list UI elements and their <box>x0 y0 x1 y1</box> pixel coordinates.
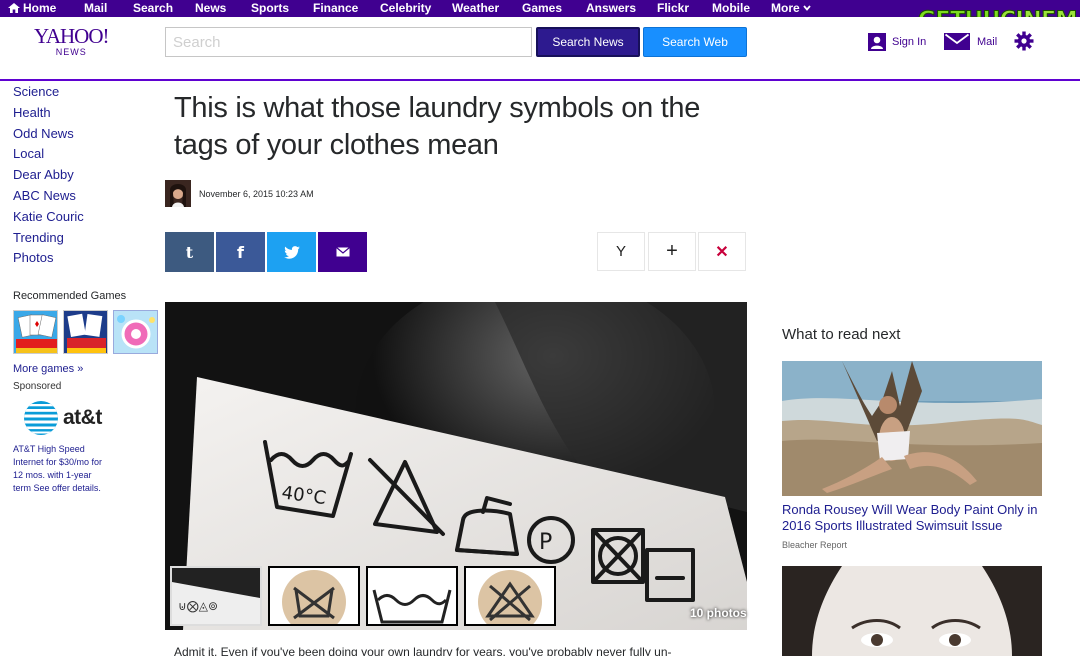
twitter-bird-icon <box>283 245 300 259</box>
mail-label: Mail <box>977 35 998 48</box>
sidebar-item-odd-news[interactable]: Odd News <box>13 124 84 145</box>
logo-wordmark: YAHOO! <box>34 24 109 48</box>
nav-more[interactable]: More <box>771 1 811 15</box>
share-email-button[interactable] <box>318 232 367 272</box>
rail-story-2-image[interactable] <box>782 566 1042 656</box>
nav-mail[interactable]: Mail <box>84 1 107 15</box>
envelope-icon <box>335 247 350 257</box>
nav-home-label: Home <box>23 1 57 15</box>
logo-subtitle: NEWS <box>55 47 87 57</box>
gallery-thumbnail[interactable] <box>268 566 360 626</box>
share-tumblr-button[interactable]: t <box>165 232 214 272</box>
plus-icon: + <box>666 240 678 262</box>
nav-mobile[interactable]: Mobile <box>712 1 750 15</box>
article-byline: November 6, 2015 10:23 AM <box>165 180 314 207</box>
close-button[interactable]: ✕ <box>698 232 746 271</box>
att-brand: at&t <box>63 406 102 429</box>
search-news-button[interactable]: Search News <box>536 27 640 57</box>
nav-celebrity[interactable]: Celebrity <box>380 1 431 15</box>
gallery-thumbnail[interactable]: ⊍⨂◬⊚ <box>170 566 262 626</box>
more-games-link[interactable]: More games » <box>13 363 83 375</box>
nav-news[interactable]: News <box>195 1 226 15</box>
solitaire-game-2-image <box>64 311 107 353</box>
nav-sports[interactable]: Sports <box>251 1 289 15</box>
sidebar-item-dear-abby[interactable]: Dear Abby <box>13 165 84 186</box>
yahoo-news-logo[interactable]: YAHOO! NEWS <box>34 25 109 57</box>
solitaire-game-image <box>14 311 57 353</box>
bubble-game-image <box>114 311 157 353</box>
site-header: YAHOO! NEWS Search News Search Web Sign … <box>0 17 1080 81</box>
svg-text:⊍⨂◬⊚: ⊍⨂◬⊚ <box>178 599 218 613</box>
sidebar-item-local[interactable]: Local <box>13 144 84 165</box>
share-facebook-button[interactable]: f <box>216 232 265 272</box>
svg-text:P: P <box>539 530 552 555</box>
gear-icon <box>1014 31 1034 51</box>
mail-icon <box>944 33 970 50</box>
facebook-icon: f <box>237 242 244 262</box>
gallery-thumbnail[interactable] <box>366 566 458 626</box>
home-icon <box>8 3 20 13</box>
article-date: November 6, 2015 10:23 AM <box>199 188 314 199</box>
nav-answers[interactable]: Answers <box>586 1 636 15</box>
tumblr-icon: t <box>185 242 194 262</box>
rail-story-headline[interactable]: Ronda Rousey Will Wear Body Paint Only i… <box>782 502 1047 534</box>
thumbnail-tag-image: ⊍⨂◬⊚ <box>172 568 260 624</box>
sidebar-item-photos[interactable]: Photos <box>13 248 84 269</box>
recommended-games-title: Recommended Games <box>13 290 127 302</box>
article-lede: Admit it. Even if you've been doing your… <box>174 645 672 656</box>
nav-search[interactable]: Search <box>133 1 173 15</box>
nav-home[interactable]: Home <box>8 1 56 15</box>
thumbnail-do-not-bleach-icon <box>466 568 554 624</box>
nav-flickr[interactable]: Flickr <box>657 1 689 15</box>
att-globe-icon <box>24 401 58 435</box>
game-tile-solitaire-2[interactable] <box>63 310 108 354</box>
add-button[interactable]: + <box>648 232 696 271</box>
sponsored-label: Sponsored <box>13 381 62 392</box>
share-twitter-button[interactable] <box>267 232 316 272</box>
author-photo <box>165 180 191 207</box>
user-icon <box>868 33 886 51</box>
author-avatar[interactable] <box>165 180 191 207</box>
sign-in-link[interactable]: Sign In <box>868 33 926 51</box>
thumbnail-wash-icon <box>368 568 456 624</box>
att-ad-copy[interactable]: AT&T High Speed Internet for $30/mo for … <box>13 443 103 495</box>
thumbnail-do-not-wash-icon <box>270 568 358 624</box>
yahoo-y-icon: Y <box>615 243 626 260</box>
nav-weather[interactable]: Weather <box>452 1 499 15</box>
sidebar-nav: Science Health Odd News Local Dear Abby … <box>13 82 84 269</box>
rail-story-image[interactable] <box>782 361 1042 496</box>
portrait-photo <box>782 566 1042 656</box>
att-ad-logo[interactable]: at&t <box>23 400 102 436</box>
sidebar-item-health[interactable]: Health <box>13 103 84 124</box>
sign-in-label: Sign In <box>892 36 927 48</box>
settings-button[interactable] <box>1014 31 1034 56</box>
nav-finance[interactable]: Finance <box>313 1 358 15</box>
mail-link[interactable]: Mail <box>944 33 997 50</box>
gallery-thumbnail[interactable] <box>464 566 556 626</box>
sidebar-item-trending[interactable]: Trending <box>13 228 84 249</box>
sidebar-item-abc-news[interactable]: ABC News <box>13 186 84 207</box>
gallery-thumbnails: ⊍⨂◬⊚ <box>170 566 556 626</box>
article-headline: This is what those laundry symbols on th… <box>174 92 701 161</box>
what-to-read-next-title: What to read next <box>782 326 901 343</box>
game-tile-solitaire[interactable] <box>13 310 58 354</box>
sidebar-item-katie-couric[interactable]: Katie Couric <box>13 207 84 228</box>
chevron-down-icon <box>803 5 811 11</box>
recommended-games <box>13 310 158 354</box>
search-input[interactable] <box>165 27 532 57</box>
search-web-button[interactable]: Search Web <box>643 27 747 57</box>
beach-photo <box>782 361 1042 496</box>
sidebar-item-science[interactable]: Science <box>13 82 84 103</box>
rail-story-source: Bleacher Report <box>782 540 848 550</box>
nav-games[interactable]: Games <box>522 1 562 15</box>
nav-more-label: More <box>771 1 800 15</box>
close-icon: ✕ <box>715 243 729 261</box>
photo-count-badge[interactable]: 10 photos <box>690 606 747 620</box>
yahoo-action-button[interactable]: Y <box>597 232 645 271</box>
game-tile-bubble[interactable] <box>113 310 158 354</box>
